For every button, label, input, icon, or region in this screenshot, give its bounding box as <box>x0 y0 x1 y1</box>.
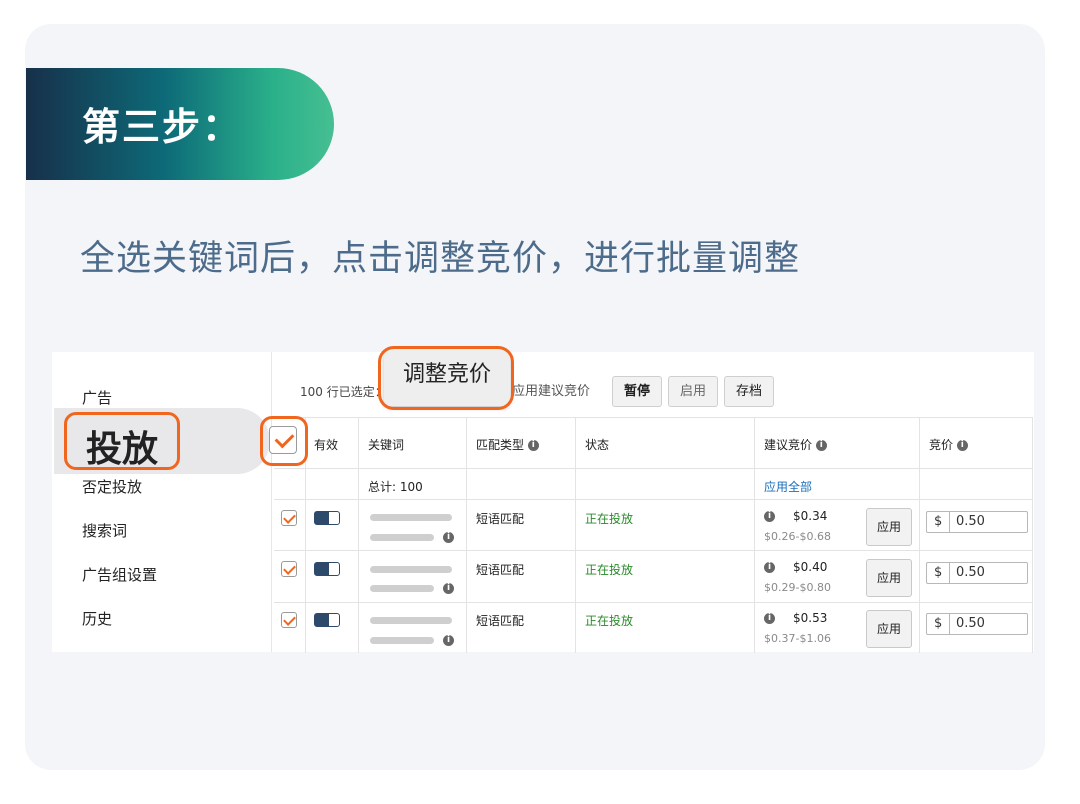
sidebar-item-ads[interactable]: 广告 <box>82 387 112 408</box>
bid-input[interactable]: $0.50 <box>926 613 1028 635</box>
bid-value: 0.50 <box>956 514 985 529</box>
status-text: 正在投放 <box>585 512 634 526</box>
bid-input[interactable]: $0.50 <box>926 562 1028 584</box>
header-match-type-label: 匹配类型 <box>476 438 525 452</box>
header-match-type[interactable]: 匹配类型 i <box>476 436 539 453</box>
suggested-bid: $0.34 <box>793 509 828 523</box>
selected-count-text: 100 行已选定： <box>300 385 387 399</box>
match-type: 短语匹配 <box>476 512 525 526</box>
table-column-line <box>466 417 467 653</box>
keyword-redacted <box>370 585 434 592</box>
match-type: 短语匹配 <box>476 563 525 577</box>
header-bid[interactable]: 竞价 i <box>929 436 968 453</box>
table-column-line <box>575 417 576 653</box>
highlight-select-all <box>260 416 308 466</box>
active-toggle[interactable] <box>314 613 340 627</box>
suggested-bid-range: $0.37-$1.06 <box>764 632 831 645</box>
suggested-bid-range: $0.26-$0.68 <box>764 530 831 543</box>
sidebar-item-search-terms[interactable]: 搜索词 <box>82 520 127 541</box>
header-status[interactable]: 状态 <box>585 436 609 453</box>
info-icon[interactable]: i <box>443 583 454 594</box>
status-text: 正在投放 <box>585 614 634 628</box>
info-icon[interactable]: i <box>443 532 454 543</box>
row-checkbox[interactable] <box>281 612 297 628</box>
active-toggle[interactable] <box>314 511 340 525</box>
active-toggle[interactable] <box>314 562 340 576</box>
currency-symbol: $ <box>934 514 943 529</box>
currency-symbol: $ <box>934 565 943 580</box>
bid-input[interactable]: $0.50 <box>926 511 1028 533</box>
info-icon: i <box>956 440 968 451</box>
pause-button[interactable]: 暂停 <box>612 376 662 407</box>
row-checkbox[interactable] <box>281 561 297 577</box>
step-title: 第三步： <box>82 105 243 149</box>
info-icon: i <box>815 440 827 451</box>
info-icon[interactable]: i <box>764 511 775 522</box>
apply-button[interactable]: 应用 <box>866 559 912 597</box>
highlight-adjust-bid <box>378 346 514 410</box>
sidebar-item-negative-targeting[interactable]: 否定投放 <box>82 476 142 497</box>
sidebar-item-ad-group-settings[interactable]: 广告组设置 <box>82 564 157 585</box>
header-bid-label: 竞价 <box>929 438 954 452</box>
apply-all-link[interactable]: 应用全部 <box>764 478 812 495</box>
keyword-redacted <box>370 637 434 644</box>
table-column-line <box>754 417 755 653</box>
apply-suggested-bid-button[interactable]: 应用建议竞价 <box>500 376 602 407</box>
row-checkbox[interactable] <box>281 510 297 526</box>
info-icon[interactable]: i <box>764 562 775 573</box>
highlight-targeting <box>64 412 180 470</box>
instruction-text: 全选关键词后，点击调整竞价，进行批量调整 <box>80 239 801 279</box>
bid-value: 0.50 <box>956 616 985 631</box>
apply-button[interactable]: 应用 <box>866 508 912 546</box>
info-icon: i <box>527 440 539 451</box>
keyword-redacted <box>370 534 434 541</box>
keyword-redacted <box>370 566 452 573</box>
suggested-bid: $0.53 <box>793 611 828 625</box>
suggested-bid-range: $0.29-$0.80 <box>764 581 831 594</box>
sidebar-item-history[interactable]: 历史 <box>82 608 112 629</box>
keyword-redacted <box>370 514 452 521</box>
enable-button[interactable]: 启用 <box>668 376 718 407</box>
info-icon[interactable]: i <box>764 613 775 624</box>
header-active: 有效 <box>314 438 339 452</box>
table-column-line <box>1032 417 1033 653</box>
header-suggested-bid[interactable]: 建议竞价 i <box>764 436 827 453</box>
match-type: 短语匹配 <box>476 614 525 628</box>
header-suggested-bid-label: 建议竞价 <box>764 438 813 452</box>
archive-button[interactable]: 存档 <box>724 376 774 407</box>
table-column-line <box>919 417 920 653</box>
apply-button[interactable]: 应用 <box>866 610 912 648</box>
header-keyword[interactable]: 关键词 <box>368 436 404 453</box>
total-count: 总计: 100 <box>368 480 423 494</box>
bid-value: 0.50 <box>956 565 985 580</box>
currency-symbol: $ <box>934 616 943 631</box>
status-text: 正在投放 <box>585 563 634 577</box>
info-icon[interactable]: i <box>443 635 454 646</box>
keyword-redacted <box>370 617 452 624</box>
table-column-line <box>358 417 359 653</box>
suggested-bid: $0.40 <box>793 560 828 574</box>
